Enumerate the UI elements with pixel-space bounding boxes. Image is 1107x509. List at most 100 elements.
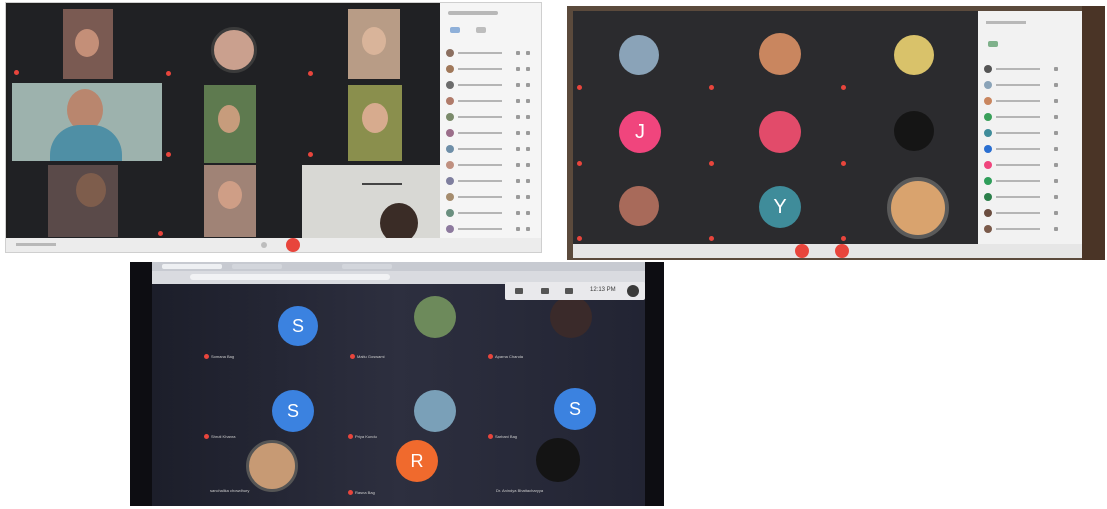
captions-icon[interactable] xyxy=(515,288,523,294)
browser-tab[interactable] xyxy=(232,264,282,269)
name-tag xyxy=(709,161,716,167)
meeting-controls-bar xyxy=(6,238,541,252)
mic-button[interactable] xyxy=(261,242,267,248)
meeting-clock: 12:13 PM xyxy=(590,287,616,293)
ceiling-fan xyxy=(362,183,402,185)
name-tag: sanchalika chowdhury xyxy=(210,488,250,493)
participant-face xyxy=(362,27,386,55)
chat-icon[interactable] xyxy=(565,288,573,294)
avatar-grid: S S S R Somana Bag Maitu Goswami Aparna … xyxy=(152,284,645,506)
browser-tabs xyxy=(152,262,645,271)
participant-row xyxy=(984,129,1072,137)
meeting-photo-video-grid xyxy=(5,2,542,253)
participant-face xyxy=(380,203,418,239)
participants-panel xyxy=(440,3,541,238)
participant-avatar: J xyxy=(619,111,661,153)
participant-row xyxy=(446,161,534,169)
name-tag: Dr. Anindya Bhattacharyya xyxy=(496,488,544,493)
participant-row xyxy=(984,65,1072,73)
participant-row xyxy=(984,145,1072,153)
video-tile xyxy=(204,85,256,163)
participant-face xyxy=(362,103,388,133)
participant-avatar: R xyxy=(396,440,438,482)
participant-avatar: Y xyxy=(759,186,801,228)
participant-avatar: S xyxy=(554,388,596,430)
browser-tab[interactable] xyxy=(162,264,222,269)
name-tag xyxy=(841,236,848,242)
participant-row xyxy=(446,49,534,57)
name-tag xyxy=(308,152,315,158)
avatar-grid: J Y xyxy=(573,11,978,244)
video-tile xyxy=(63,9,113,79)
participant-row xyxy=(446,97,534,105)
name-tag: Maitu Goswami xyxy=(350,354,385,360)
address-bar[interactable] xyxy=(190,274,390,280)
participant-avatar xyxy=(550,296,592,338)
participants-panel xyxy=(978,11,1082,244)
panel-header xyxy=(986,21,1026,24)
chat-tab-icon[interactable] xyxy=(476,27,486,33)
participant-face xyxy=(75,29,99,57)
name-tag xyxy=(841,85,848,91)
participant-row xyxy=(984,193,1072,201)
participant-avatar xyxy=(414,296,456,338)
participant-avatar xyxy=(759,111,801,153)
meeting-photo-browser: S S S R Somana Bag Maitu Goswami Aparna … xyxy=(130,262,664,506)
video-tile xyxy=(12,83,162,161)
video-tile xyxy=(204,165,256,237)
mic-off-button[interactable] xyxy=(835,244,849,258)
participant-row xyxy=(984,81,1072,89)
name-tag xyxy=(577,236,584,242)
name-tag xyxy=(709,85,716,91)
participant-avatar xyxy=(211,27,257,73)
participant-row xyxy=(446,177,534,185)
participant-row xyxy=(984,225,1072,233)
people-tab-icon[interactable] xyxy=(450,27,460,33)
participant-row xyxy=(984,97,1072,105)
meeting-details xyxy=(16,243,56,246)
video-tile xyxy=(48,165,118,237)
name-tag: Shruti Khanra xyxy=(204,434,235,440)
participant-avatar xyxy=(619,186,659,226)
meeting-photo-avatar-grid: J Y xyxy=(567,6,1105,260)
name-tag xyxy=(577,85,584,91)
participant-avatar: S xyxy=(272,390,314,432)
video-tile xyxy=(302,165,440,239)
participant-row xyxy=(446,129,534,137)
user-avatar[interactable] xyxy=(627,285,639,297)
video-tile xyxy=(348,9,400,79)
participant-avatar xyxy=(887,177,949,239)
participant-face xyxy=(218,105,240,133)
participant-avatar xyxy=(619,35,659,75)
name-tag xyxy=(308,71,315,77)
browser-tab[interactable] xyxy=(342,264,392,269)
video-grid xyxy=(8,5,440,239)
meeting-controls-bar xyxy=(573,244,1082,258)
name-tag xyxy=(709,236,716,242)
participant-row xyxy=(446,113,534,121)
name-tag: Priya Kundu xyxy=(348,434,377,440)
people-tab-icon[interactable] xyxy=(988,41,998,47)
participant-avatar xyxy=(414,390,456,432)
participant-avatar xyxy=(894,111,934,151)
video-tile xyxy=(348,85,402,161)
participant-row xyxy=(984,161,1072,169)
end-call-button[interactable] xyxy=(286,238,300,252)
participant-avatar xyxy=(894,35,934,75)
participant-row xyxy=(446,145,534,153)
participant-row xyxy=(984,209,1072,217)
participant-row xyxy=(984,113,1072,121)
participant-shirt xyxy=(50,125,122,161)
end-call-button[interactable] xyxy=(795,244,809,258)
name-tag xyxy=(14,70,21,76)
participant-face xyxy=(218,181,242,209)
panel-header xyxy=(448,11,498,15)
participant-avatar xyxy=(759,33,801,75)
participant-avatar xyxy=(536,438,580,482)
people-icon[interactable] xyxy=(541,288,549,294)
name-tag xyxy=(158,231,165,237)
name-tag: Sarbani Bag xyxy=(488,434,517,440)
name-tag: Rasna Bag xyxy=(348,490,375,496)
participant-avatar xyxy=(246,440,298,492)
name-tag: Somana Bag xyxy=(204,354,234,360)
